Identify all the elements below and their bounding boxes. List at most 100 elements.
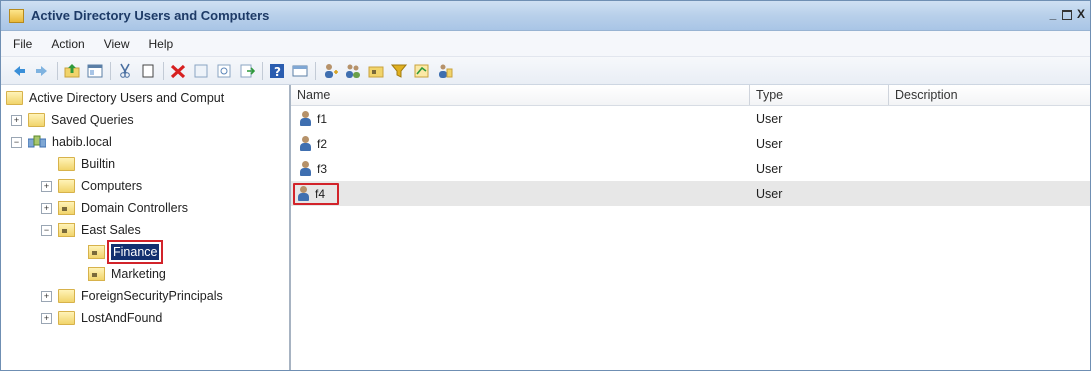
folder-icon xyxy=(28,113,45,127)
tree-item-computers[interactable]: + Computers xyxy=(1,175,289,197)
tree-item-label: Marketing xyxy=(111,267,166,281)
folder-icon xyxy=(58,157,75,171)
cell-name: f1 xyxy=(291,110,750,127)
menu-action[interactable]: Action xyxy=(51,37,84,51)
tree-item-label: East Sales xyxy=(81,223,141,237)
toolbar: ? xyxy=(1,57,1090,85)
minimize-button[interactable]: _ xyxy=(1046,7,1060,23)
copy-icon[interactable] xyxy=(140,63,156,79)
new-group-icon[interactable] xyxy=(345,63,361,79)
delete-icon[interactable] xyxy=(170,63,186,79)
tree-item-saved-queries[interactable]: + Saved Queries xyxy=(1,109,289,131)
cell-name: f2 xyxy=(291,135,750,152)
console-icon[interactable] xyxy=(292,63,308,79)
cell-type: User xyxy=(756,136,783,151)
column-header-name[interactable]: Name xyxy=(291,85,750,105)
svg-text:?: ? xyxy=(274,65,281,79)
table-row[interactable]: f1 User xyxy=(291,106,1090,131)
table-row[interactable]: f3 User xyxy=(291,156,1090,181)
tree-item-foreignsecurityprincipals[interactable]: + ForeignSecurityPrincipals xyxy=(1,285,289,307)
toolbar-separator xyxy=(57,61,58,80)
maximize-button[interactable] xyxy=(1060,7,1074,23)
window-title: Active Directory Users and Computers xyxy=(31,8,270,23)
tree-item-label: Computers xyxy=(81,179,143,193)
folder-icon xyxy=(58,289,75,303)
cut-icon[interactable] xyxy=(117,63,133,79)
toolbar-separator xyxy=(315,61,316,80)
tree-item-label: Builtin xyxy=(81,157,116,171)
refresh-icon[interactable] xyxy=(216,63,232,79)
organizational-unit-icon xyxy=(58,223,75,237)
show-tree-icon[interactable] xyxy=(87,63,103,79)
list-header: Name Type Description xyxy=(291,85,1090,106)
forward-icon[interactable] xyxy=(34,63,50,79)
tree-item-label: Domain Controllers xyxy=(81,201,188,215)
user-name: f4 xyxy=(315,186,326,201)
user-name: f2 xyxy=(317,136,328,151)
expand-icon[interactable]: + xyxy=(41,180,52,192)
user-icon xyxy=(299,110,313,127)
new-ou-icon[interactable] xyxy=(368,63,384,79)
tree-item-label: LostAndFound xyxy=(81,311,163,325)
tree-item-habib-local[interactable]: − habib.local xyxy=(1,131,289,153)
folder-icon xyxy=(6,91,23,105)
table-row[interactable]: f2 User xyxy=(291,131,1090,156)
tree-item-marketing[interactable]: Marketing xyxy=(1,263,289,285)
column-header-type[interactable]: Type xyxy=(750,85,889,105)
toolbar-separator xyxy=(110,61,111,80)
user-icon xyxy=(299,160,313,177)
highlight-box: f4 xyxy=(293,182,340,205)
user-icon xyxy=(299,135,313,152)
expand-icon[interactable]: + xyxy=(11,114,22,126)
tree-item-finance[interactable]: Finance xyxy=(1,240,289,264)
menu-bar: File Action View Help xyxy=(1,31,1090,57)
menu-help[interactable]: Help xyxy=(149,37,174,51)
title-bar[interactable]: Active Directory Users and Computers _ X xyxy=(1,1,1090,31)
close-button[interactable]: X xyxy=(1074,7,1088,23)
help-icon[interactable]: ? xyxy=(269,63,285,79)
collapse-icon[interactable]: − xyxy=(41,224,52,236)
expand-icon[interactable]: + xyxy=(41,202,52,214)
app-window: Active Directory Users and Computers _ X… xyxy=(0,0,1091,371)
cell-type: User xyxy=(756,186,783,201)
organizational-unit-icon xyxy=(88,245,105,259)
tree-item-label: Finance xyxy=(106,240,164,264)
export-icon[interactable] xyxy=(239,63,255,79)
user-icon xyxy=(297,185,311,202)
list-rows: f1 User f2 User f3 User f4 User xyxy=(291,106,1090,206)
toolbar-separator xyxy=(163,61,164,80)
table-row[interactable]: f4 User xyxy=(291,181,1090,206)
toolbar-separator xyxy=(262,61,263,80)
column-header-description[interactable]: Description xyxy=(889,85,1079,105)
menu-view[interactable]: View xyxy=(104,37,130,51)
tree-root[interactable]: Active Directory Users and Comput xyxy=(1,87,289,109)
tree-item-east-sales[interactable]: − East Sales xyxy=(1,219,289,241)
expand-icon[interactable]: + xyxy=(41,290,52,302)
cell-name: f3 xyxy=(291,160,750,177)
user-name: f1 xyxy=(317,111,328,126)
app-icon xyxy=(9,8,24,23)
menu-file[interactable]: File xyxy=(13,37,32,51)
organizational-unit-icon xyxy=(58,201,75,215)
cell-type: User xyxy=(756,161,783,176)
up-folder-icon[interactable] xyxy=(64,63,80,79)
tree-item-label: Saved Queries xyxy=(51,113,134,127)
user-name: f3 xyxy=(317,161,328,176)
back-icon[interactable] xyxy=(11,63,27,79)
collapse-icon[interactable]: − xyxy=(11,136,22,148)
tree-item-domain-controllers[interactable]: + Domain Controllers xyxy=(1,197,289,219)
expand-icon[interactable]: + xyxy=(41,312,52,324)
domain-icon xyxy=(27,135,47,149)
tree-item-builtin[interactable]: Builtin xyxy=(1,153,289,175)
new-user-icon[interactable] xyxy=(322,63,338,79)
main-content: Active Directory Users and Comput + Saved … xyxy=(1,85,1090,370)
window-controls: _ X xyxy=(1046,7,1088,23)
filter-icon[interactable] xyxy=(391,63,407,79)
tree-item-label: ForeignSecurityPrincipals xyxy=(81,289,223,303)
delegate-icon[interactable] xyxy=(437,63,453,79)
add-to-group-icon[interactable] xyxy=(414,63,430,79)
properties-icon[interactable] xyxy=(193,63,209,79)
tree-item-lostandfound[interactable]: + LostAndFound xyxy=(1,307,289,329)
folder-icon xyxy=(58,179,75,193)
tree-item-label: habib.local xyxy=(52,135,112,149)
